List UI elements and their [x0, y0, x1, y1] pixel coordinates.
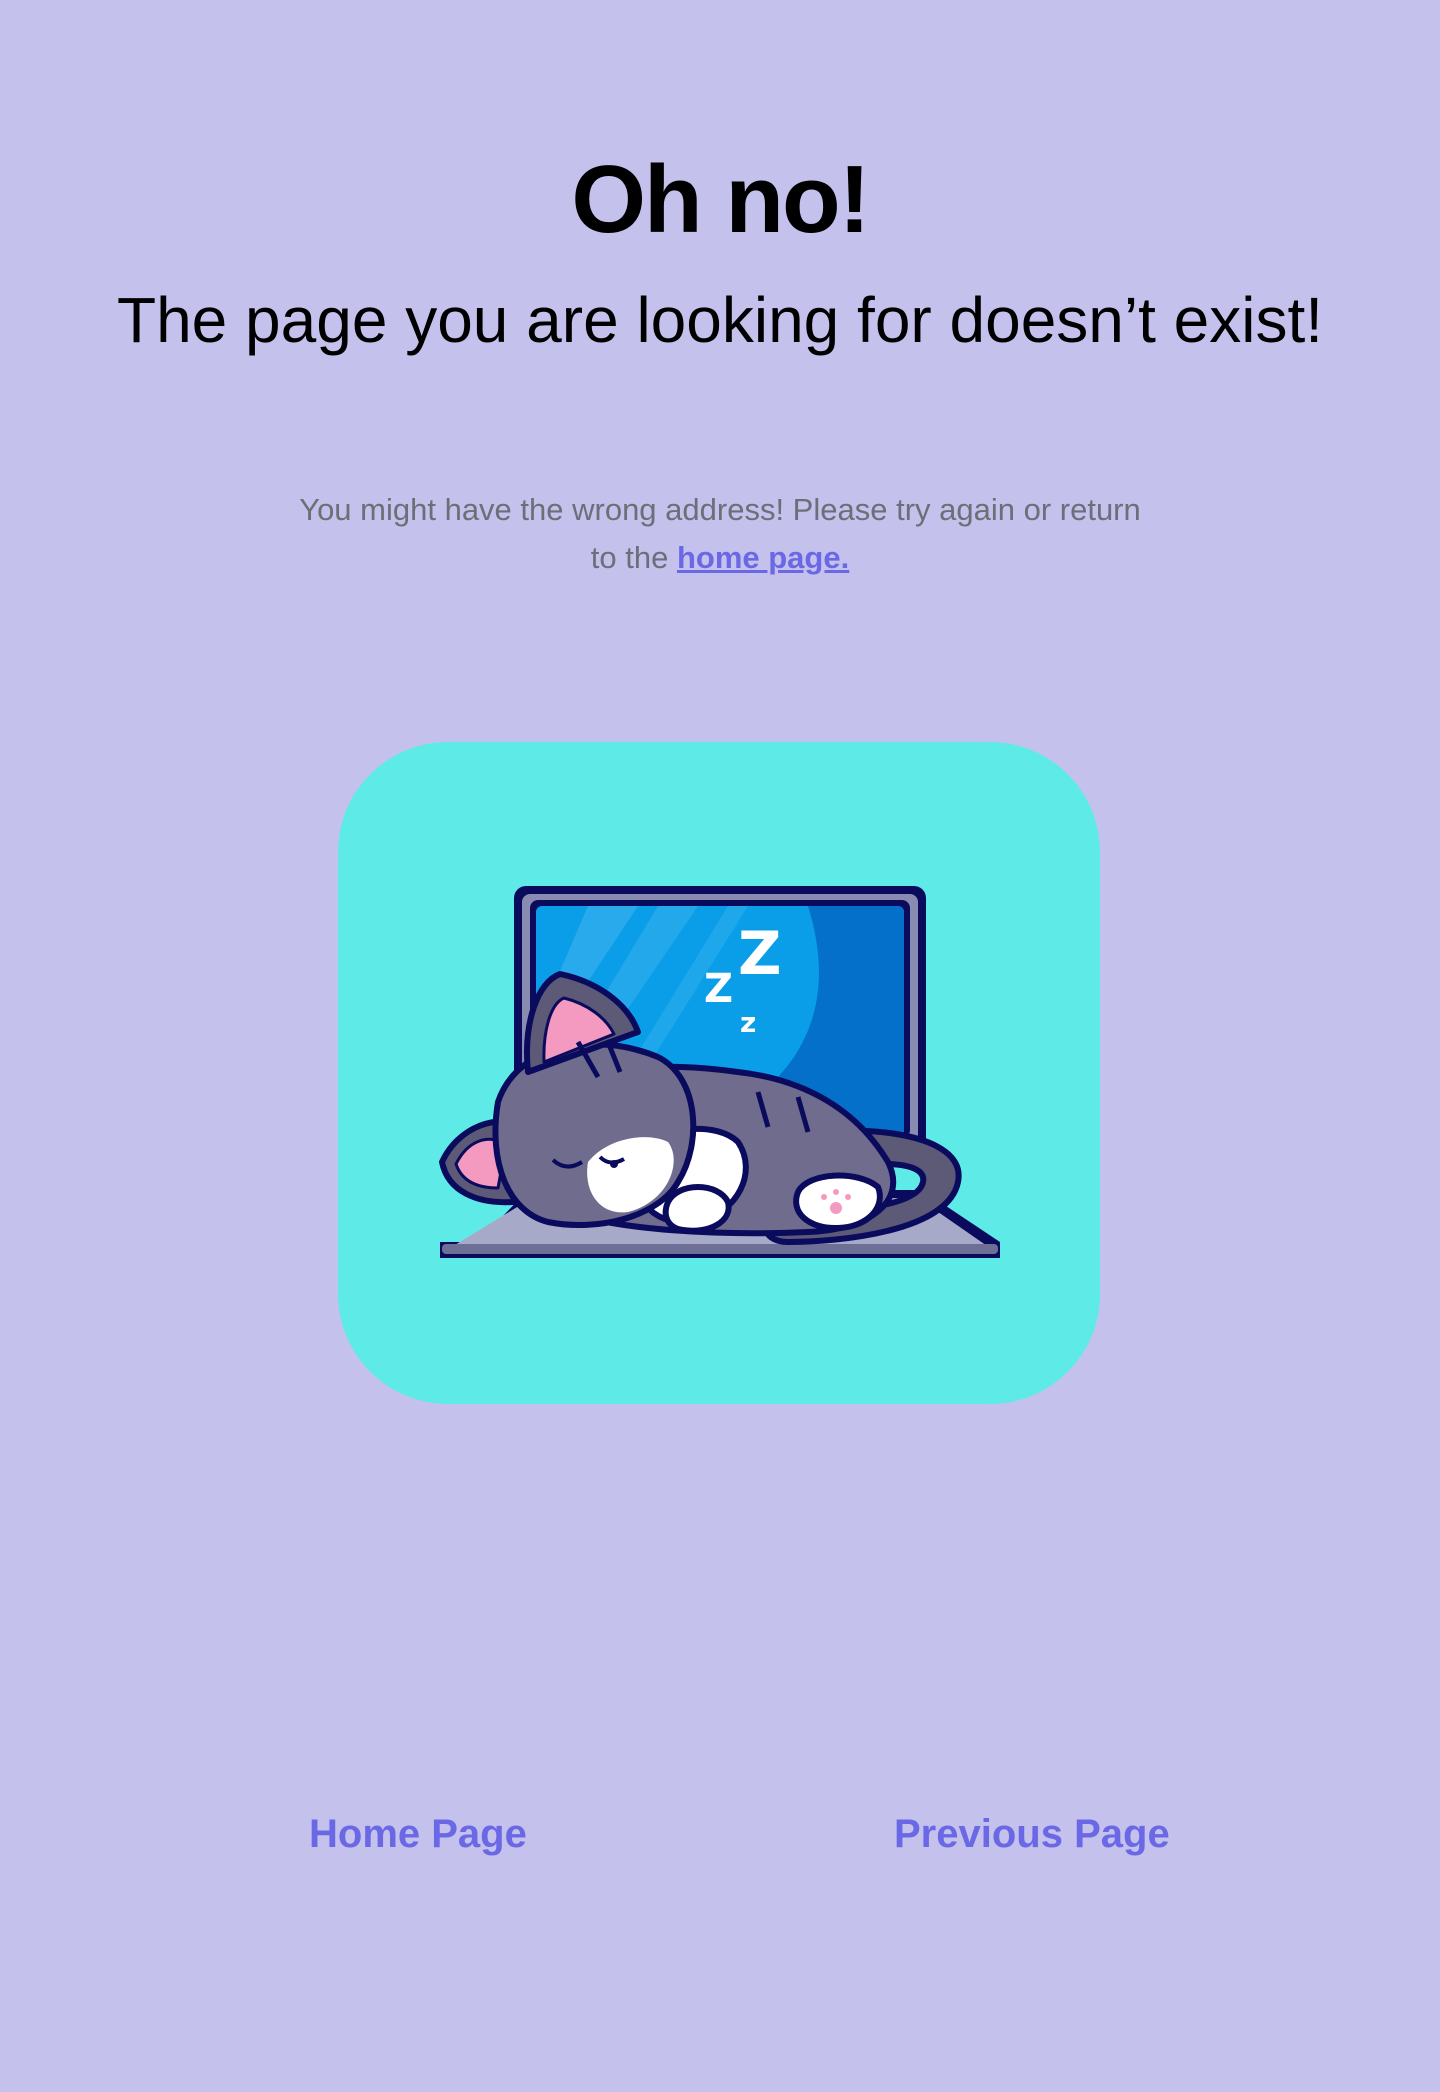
previous-page-button[interactable]: Previous Page — [894, 1806, 1170, 1862]
error-page: Oh no! The page you are looking for does… — [0, 0, 1440, 2092]
illustration-card: Z Z z — [338, 742, 1100, 1404]
sleep-letter-large: Z — [738, 919, 782, 989]
sleep-letter-medium: Z — [704, 966, 733, 1012]
page-subtitle: The page you are looking for doesn’t exi… — [116, 284, 1324, 356]
home-page-inline-link[interactable]: home page. — [677, 540, 849, 575]
sleeping-cat-on-laptop-illustration: Z Z z — [439, 886, 1000, 1258]
home-page-button[interactable]: Home Page — [309, 1806, 527, 1862]
error-message: You might have the wrong address! Please… — [290, 486, 1150, 582]
sleep-letter-small: z — [740, 1006, 756, 1039]
page-title: Oh no! — [571, 146, 870, 253]
